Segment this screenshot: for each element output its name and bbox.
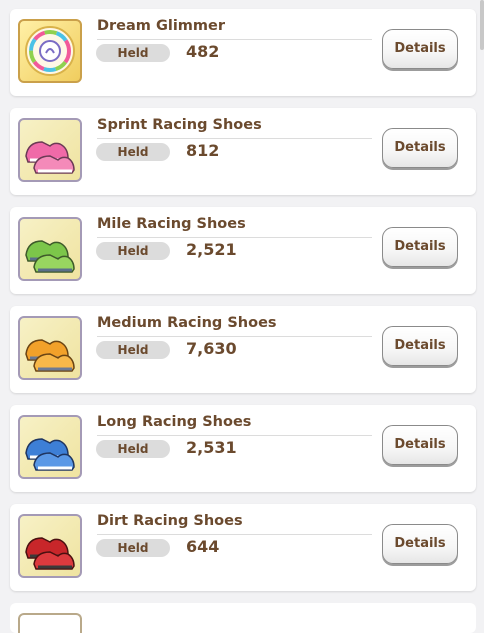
details-button[interactable]: Details xyxy=(382,227,458,267)
item-icon-frame xyxy=(18,613,82,633)
list-item-partial xyxy=(10,603,476,633)
item-name: Medium Racing Shoes xyxy=(97,315,277,331)
pink-shoes-icon xyxy=(18,118,82,182)
item-name: Dream Glimmer xyxy=(97,18,226,34)
list-item: Sprint Racing Shoes Held 812 Details xyxy=(10,108,476,195)
list-item: Medium Racing Shoes Held 7,630 Details xyxy=(10,306,476,393)
dream-glimmer-icon xyxy=(18,19,82,83)
held-count: 812 xyxy=(186,141,220,160)
green-shoes-icon xyxy=(18,217,82,281)
details-button[interactable]: Details xyxy=(382,326,458,366)
item-name: Dirt Racing Shoes xyxy=(97,513,243,529)
divider xyxy=(97,534,372,535)
red-shoes-icon xyxy=(18,514,82,578)
item-name: Mile Racing Shoes xyxy=(97,216,246,232)
divider xyxy=(97,237,372,238)
held-label: Held xyxy=(96,143,170,161)
orange-shoes-icon xyxy=(18,316,82,380)
held-count: 2,531 xyxy=(186,438,237,457)
details-button[interactable]: Details xyxy=(382,128,458,168)
item-name: Long Racing Shoes xyxy=(97,414,252,430)
divider xyxy=(97,138,372,139)
item-list[interactable]: Dream Glimmer Held 482 Details Sprint Ra… xyxy=(0,0,484,633)
held-label: Held xyxy=(96,242,170,260)
held-label: Held xyxy=(96,440,170,458)
details-button[interactable]: Details xyxy=(382,29,458,69)
held-label: Held xyxy=(96,341,170,359)
item-name: Sprint Racing Shoes xyxy=(97,117,262,133)
held-count: 2,521 xyxy=(186,240,237,259)
details-button[interactable]: Details xyxy=(382,425,458,465)
list-item: Dirt Racing Shoes Held 644 Details xyxy=(10,504,476,591)
divider xyxy=(97,435,372,436)
divider xyxy=(97,39,372,40)
held-count: 7,630 xyxy=(186,339,237,358)
list-item: Mile Racing Shoes Held 2,521 Details xyxy=(10,207,476,294)
details-button[interactable]: Details xyxy=(382,524,458,564)
held-label: Held xyxy=(96,44,170,62)
held-count: 482 xyxy=(186,42,220,61)
scrollbar[interactable] xyxy=(480,0,484,50)
list-item: Long Racing Shoes Held 2,531 Details xyxy=(10,405,476,492)
blue-shoes-icon xyxy=(18,415,82,479)
held-label: Held xyxy=(96,539,170,557)
held-count: 644 xyxy=(186,537,220,556)
list-item: Dream Glimmer Held 482 Details xyxy=(10,9,476,96)
divider xyxy=(97,336,372,337)
